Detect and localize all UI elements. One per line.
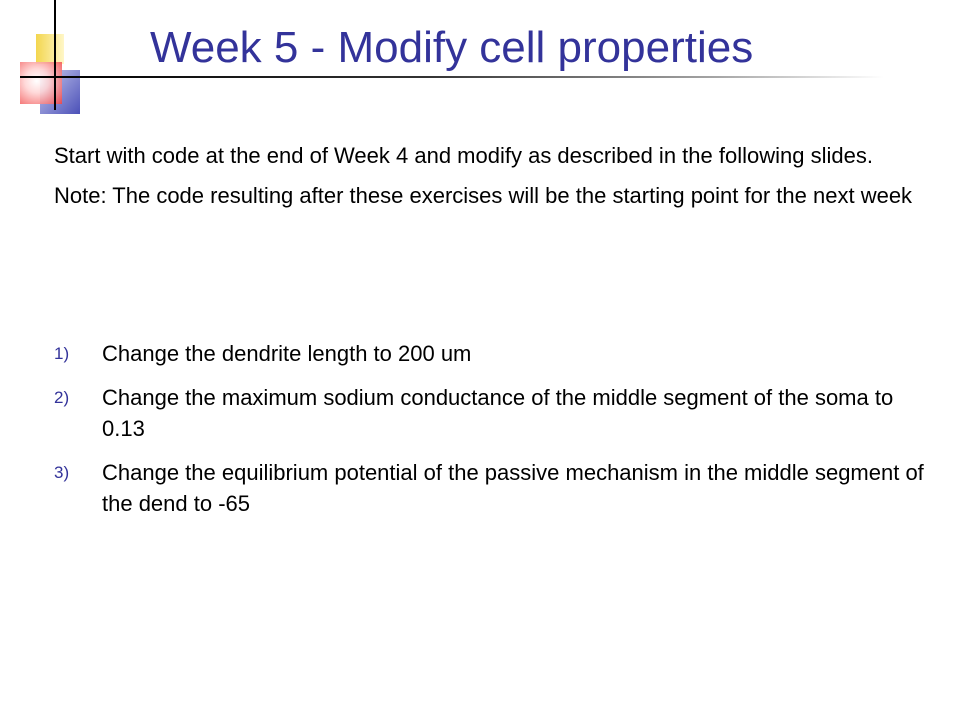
step-number: 1) [54,344,70,363]
step-number: 3) [54,463,70,482]
step-text: Change the dendrite length to 200 um [102,341,472,366]
steps-list: 1) Change the dendrite length to 200 um … [54,338,934,532]
slide-title: Week 5 - Modify cell properties [150,23,754,72]
intro-paragraph: Start with code at the end of Week 4 and… [54,143,873,168]
yellow-square-decoration [36,34,64,64]
slide: Week 5 - Modify cell properties Start wi… [0,0,960,720]
list-item: 2) Change the maximum sodium conductance… [54,382,934,444]
list-item: 3) Change the equilibrium potential of t… [54,457,934,519]
step-number: 2) [54,388,70,407]
step-text: Change the equilibrium potential of the … [102,460,924,516]
step-text: Change the maximum sodium conductance of… [102,385,894,441]
vertical-rule [54,0,56,110]
slide-body: Start with code at the end of Week 4 and… [54,140,934,220]
title-underline [54,76,884,78]
corner-decoration [0,0,120,120]
list-item: 1) Change the dendrite length to 200 um [54,338,934,369]
note-paragraph: Note: The code resulting after these exe… [54,183,913,208]
